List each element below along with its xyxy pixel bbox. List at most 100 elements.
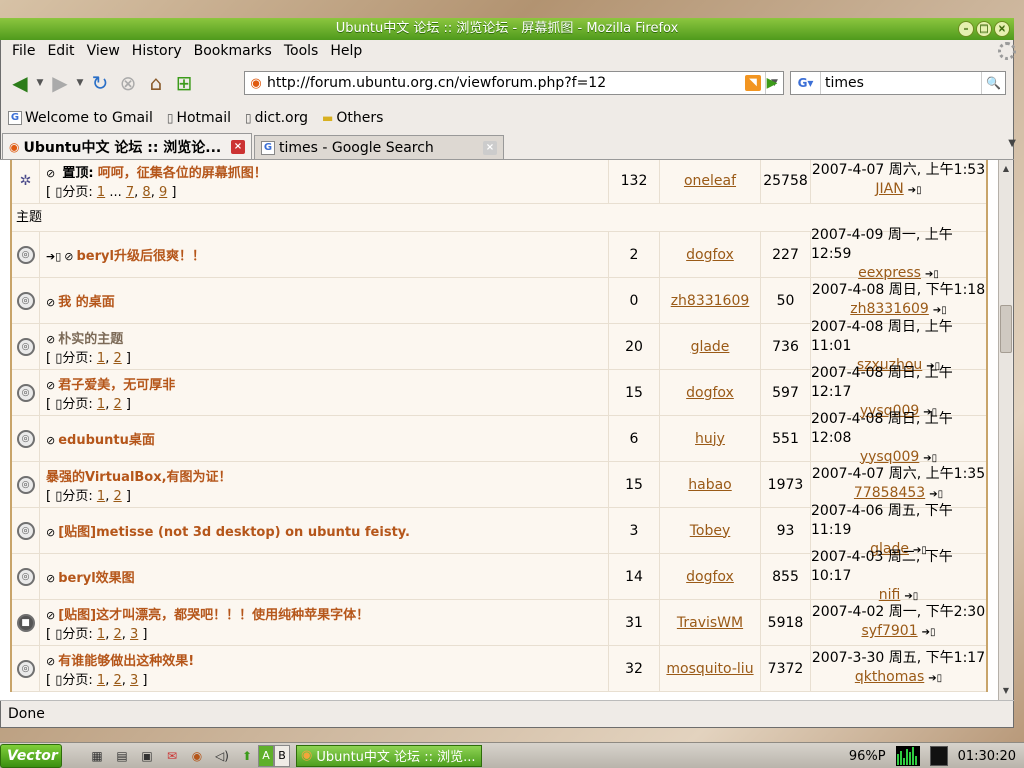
author-link[interactable]: TravisWM: [660, 600, 761, 645]
url-input[interactable]: http://forum.ubuntu.org.cn/viewforum.php…: [267, 75, 745, 91]
topic-title-link[interactable]: 朴实的主题: [58, 332, 123, 347]
last-poster-link[interactable]: 77858453: [854, 485, 925, 501]
author-link[interactable]: mosquito-liu: [660, 646, 761, 691]
vertical-scrollbar[interactable]: ▲ ▼: [998, 160, 1012, 700]
page-link[interactable]: 8: [142, 185, 150, 200]
menu-tools[interactable]: Tools: [278, 43, 325, 59]
new-tab-button[interactable]: ⊞: [170, 69, 198, 97]
menu-bookmarks[interactable]: Bookmarks: [188, 43, 278, 59]
page-link[interactable]: 2: [113, 627, 121, 642]
search-bar[interactable]: G▾ times 🔍: [790, 71, 1006, 95]
menu-view[interactable]: View: [81, 43, 126, 59]
page-link[interactable]: 9: [159, 185, 167, 200]
goto-last-post-icon[interactable]: ➔▯: [928, 673, 942, 684]
close-tab-icon[interactable]: ×: [483, 140, 497, 155]
page-link[interactable]: 2: [113, 351, 121, 366]
close-tab-icon[interactable]: ×: [231, 139, 245, 154]
bookmark-gmail[interactable]: G Welcome to Gmail: [8, 110, 153, 126]
goto-last-post-icon[interactable]: ➔▯: [929, 489, 943, 500]
forward-button[interactable]: ▶: [46, 69, 74, 97]
workspace-a[interactable]: A: [258, 744, 274, 767]
author-link[interactable]: dogfox: [660, 370, 761, 415]
last-poster-link[interactable]: JIAN: [875, 181, 903, 197]
page-link[interactable]: 3: [130, 627, 138, 642]
author-link[interactable]: habao: [660, 462, 761, 507]
calculator-icon[interactable]: ▤: [111, 745, 133, 767]
author-link[interactable]: oneleaf: [660, 160, 761, 203]
goto-last-post-icon[interactable]: ➔▯: [908, 185, 922, 196]
bookmark-dict[interactable]: ▯ dict.org: [245, 110, 308, 126]
topic-title-link[interactable]: beryl升级后很爽！！: [77, 249, 205, 264]
menu-file[interactable]: File: [6, 43, 41, 59]
author-link[interactable]: dogfox: [660, 554, 761, 599]
workspace-b[interactable]: B: [274, 744, 290, 767]
author-link[interactable]: glade: [660, 324, 761, 369]
topic-title-link[interactable]: 君子爱美，无可厚非: [58, 378, 175, 393]
start-menu-button[interactable]: Vector: [0, 743, 62, 768]
topic-title-link[interactable]: edubuntu桌面: [58, 433, 155, 448]
page-link[interactable]: 2: [113, 397, 121, 412]
page-link[interactable]: 2: [113, 673, 121, 688]
last-poster-link[interactable]: syf7901: [861, 623, 917, 639]
page-link[interactable]: 1: [97, 397, 105, 412]
window-titlebar[interactable]: Ubuntu中文 论坛 :: 浏览论坛 - 屏幕抓图 - Mozilla Fir…: [0, 18, 1014, 40]
show-desktop-icon[interactable]: ▦: [86, 745, 108, 767]
author-link[interactable]: dogfox: [660, 232, 761, 277]
search-magnifier-icon[interactable]: 🔍: [981, 72, 1005, 94]
topic-title-link[interactable]: 我 的桌面: [58, 295, 115, 310]
minimize-icon[interactable]: –: [958, 21, 974, 37]
stop-button[interactable]: ⊗: [114, 69, 142, 97]
url-bar[interactable]: ◉ http://forum.ubuntu.org.cn/viewforum.p…: [244, 71, 784, 95]
terminal-icon[interactable]: ▣: [136, 745, 158, 767]
page-link[interactable]: 2: [113, 489, 121, 504]
rss-feed-icon[interactable]: ◥: [745, 75, 761, 91]
google-engine-icon[interactable]: G▾: [791, 72, 821, 94]
menu-help[interactable]: Help: [324, 43, 368, 59]
tab-google-search[interactable]: G times - Google Search ×: [254, 135, 504, 159]
author-link[interactable]: hujy: [660, 416, 761, 461]
scrollbar-thumb[interactable]: [1000, 305, 1012, 353]
back-history-dropdown[interactable]: ▼: [34, 78, 46, 88]
taskbar-firefox-window[interactable]: ◉ Ubuntu中文 论坛 :: 浏览...: [296, 744, 482, 767]
page-link[interactable]: 1: [97, 627, 105, 642]
page-link[interactable]: 7: [126, 185, 134, 200]
last-poster-link[interactable]: zh8331609: [850, 301, 929, 317]
tab-ubuntu-forum[interactable]: ◉ Ubuntu中文 论坛 :: 浏览论... ×: [2, 133, 252, 159]
volume-icon[interactable]: ◁): [211, 745, 233, 767]
forward-history-dropdown[interactable]: ▼: [74, 78, 86, 88]
bookmark-folder-others[interactable]: ▬ Others: [322, 110, 383, 126]
goto-last-post-icon[interactable]: ➔▯: [922, 627, 936, 638]
page-link[interactable]: 1: [97, 489, 105, 504]
author-link[interactable]: Tobey: [660, 508, 761, 553]
author-link[interactable]: zh8331609: [660, 278, 761, 323]
mail-icon[interactable]: ✉: [161, 745, 183, 767]
close-icon[interactable]: ×: [994, 21, 1010, 37]
scroll-up-arrow-icon[interactable]: ▲: [999, 162, 1013, 176]
topic-title-link[interactable]: 呵呵，征集各位的屏幕抓图！: [98, 166, 267, 181]
topic-title-link[interactable]: beryl效果图: [58, 571, 134, 586]
page-link[interactable]: 3: [130, 673, 138, 688]
back-button[interactable]: ◀: [6, 69, 34, 97]
bookmark-hotmail[interactable]: ▯ Hotmail: [167, 110, 231, 126]
browser-launcher-icon[interactable]: ◉: [186, 745, 208, 767]
maximize-icon[interactable]: □: [976, 21, 992, 37]
page-link[interactable]: 1: [97, 673, 105, 688]
goto-last-post-icon[interactable]: ➔▯: [933, 305, 947, 316]
topic-title-link[interactable]: 暴强的VirtualBox,有图为证！: [46, 470, 232, 485]
scroll-down-arrow-icon[interactable]: ▼: [999, 684, 1013, 698]
ubuntu-favicon-icon: ◉: [250, 75, 262, 91]
menu-edit[interactable]: Edit: [41, 43, 80, 59]
last-poster-link[interactable]: qkthomas: [855, 669, 924, 685]
page-link[interactable]: 1: [97, 185, 105, 200]
page-link[interactable]: 1: [97, 351, 105, 366]
topic-title-link[interactable]: 有谁能够做出这种效果!: [58, 654, 194, 669]
topic-title-link[interactable]: [贴图]metisse (not 3d desktop) on ubuntu f…: [58, 525, 410, 540]
tab-list-dropdown-icon[interactable]: ▼: [1008, 138, 1016, 149]
home-button[interactable]: ⌂: [142, 69, 170, 97]
go-button[interactable]: ▶: [762, 73, 782, 93]
search-input[interactable]: times: [821, 75, 981, 91]
topic-title-link[interactable]: [贴图]这才叫漂亮，都哭吧！！！使用纯种苹果字体！: [58, 608, 369, 623]
update-arrow-icon[interactable]: ⬆: [236, 745, 258, 767]
menu-history[interactable]: History: [126, 43, 188, 59]
reload-button[interactable]: ↻: [86, 69, 114, 97]
